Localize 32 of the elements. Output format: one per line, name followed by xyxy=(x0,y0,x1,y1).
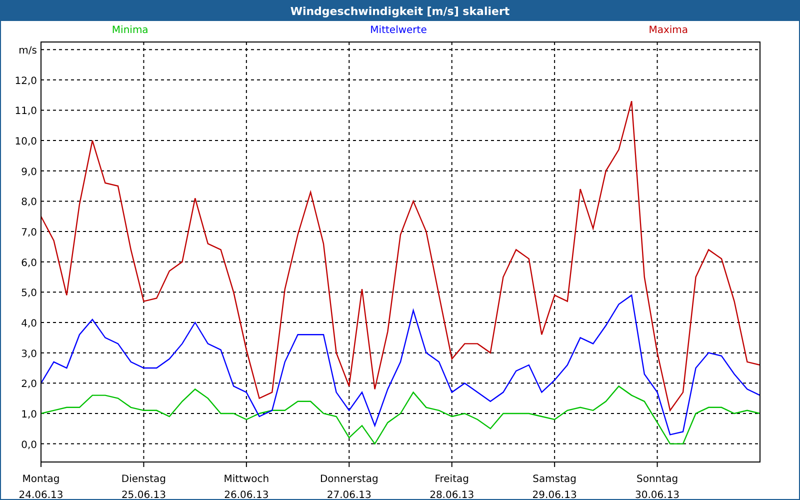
y-axis-label: m/s xyxy=(18,46,37,57)
x-tick-label: Donnerstag xyxy=(320,474,378,485)
y-tick-label: 10,0 xyxy=(14,136,37,148)
legend-label: Minima xyxy=(112,25,148,36)
x-tick-label: Sonntag xyxy=(636,474,678,485)
x-tick-label: Freitag xyxy=(434,474,469,485)
x-tick-date: 28.06.13 xyxy=(430,490,474,499)
x-tick-date: 30.06.13 xyxy=(635,490,680,499)
x-tick-date: 29.06.13 xyxy=(532,490,577,499)
y-tick-label: 7,0 xyxy=(21,228,37,239)
window-title: Windgeschwindigkeit [m/s] skaliert xyxy=(1,1,799,21)
y-tick-label: 5,0 xyxy=(21,288,37,300)
x-tick-date: 26.06.13 xyxy=(224,490,269,499)
y-tick-label: 4,0 xyxy=(21,318,37,330)
x-tick-date: 27.06.13 xyxy=(326,490,372,499)
y-tick-label: 11,0 xyxy=(14,106,37,118)
x-tick-label: Mittwoch xyxy=(224,474,270,485)
y-tick-label: 6,0 xyxy=(21,258,37,269)
legend-label: Mittelwerte xyxy=(370,25,427,36)
x-tick-date: 25.06.13 xyxy=(121,490,166,499)
x-tick-label: Samstag xyxy=(532,474,576,485)
y-tick-label: 2,0 xyxy=(21,379,37,390)
x-tick-date: 24.06.13 xyxy=(18,490,64,499)
legend-label: Maxima xyxy=(648,25,688,36)
x-tick-label: Dienstag xyxy=(121,474,166,485)
y-tick-label: 3,0 xyxy=(21,348,37,360)
y-tick-label: 9,0 xyxy=(21,166,37,178)
x-tick-label: Montag xyxy=(22,474,60,485)
y-tick-label: 0,0 xyxy=(21,440,37,451)
y-tick-label: 1,0 xyxy=(21,409,37,420)
y-tick-label: 12,0 xyxy=(14,76,37,87)
y-tick-label: 8,0 xyxy=(21,197,37,208)
